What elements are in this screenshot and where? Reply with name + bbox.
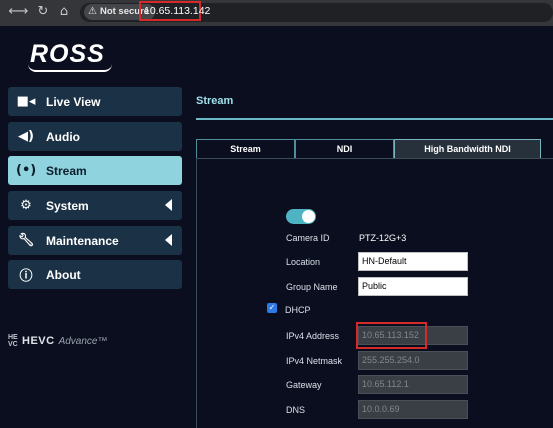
sidebar-item-maintenance[interactable]: 🔧︎ Maintenance: [8, 226, 182, 255]
sidebar-item-about[interactable]: ⓘ About: [8, 260, 182, 289]
hevc-brand: HEVC: [22, 335, 55, 347]
hevc-advance-logo: HE VC HEVC Advance™: [8, 334, 107, 348]
browser-toolbar: ← → ↻ ⌂ ⚠ Not secure 10.65.113.142: [0, 0, 553, 26]
ipv4-netmask-field[interactable]: 255.255.254.0: [358, 351, 468, 370]
dhcp-label: DHCP: [285, 305, 311, 315]
expand-arrow-icon: [165, 199, 172, 211]
page-title: Stream: [196, 95, 234, 107]
tab-stream[interactable]: Stream: [196, 139, 295, 158]
tab-high-bandwidth-ndi[interactable]: High Bandwidth NDI: [394, 139, 541, 158]
gateway-label: Gateway: [286, 380, 322, 390]
gear-icon: ⚙: [20, 198, 32, 213]
sidebar-item-label: Stream: [46, 163, 87, 178]
hevc-suffix: Advance™: [58, 335, 108, 347]
info-icon: ⓘ: [19, 269, 33, 284]
sidebar-item-label: Audio: [46, 129, 80, 144]
sidebar-item-label: System: [46, 198, 89, 213]
speaker-icon: ◀): [18, 129, 34, 144]
sidebar-item-label: Live View: [46, 94, 101, 109]
tab-bar: Stream NDI High Bandwidth NDI: [196, 139, 553, 159]
camera-id-value: PTZ-12G+3: [359, 233, 407, 243]
dhcp-checkbox[interactable]: ✓: [267, 303, 277, 313]
camera-icon: ■◂: [16, 94, 36, 109]
sidebar-item-label: Maintenance: [46, 233, 119, 248]
group-name-field[interactable]: Public: [358, 277, 468, 296]
tab-ndi[interactable]: NDI: [295, 139, 394, 158]
broadcast-icon: (•): [16, 163, 37, 178]
sidebar-item-live-view[interactable]: ■◂ Live View: [8, 87, 182, 116]
sidebar-item-system[interactable]: ⚙ System: [8, 191, 182, 220]
warning-icon: ⚠: [88, 6, 97, 17]
expand-arrow-icon: [165, 234, 172, 246]
hevc-mark: HE VC: [8, 334, 18, 348]
wrench-icon: 🔧︎: [17, 233, 35, 248]
gateway-field[interactable]: 10.65.112.1: [358, 375, 468, 394]
logo-swoosh: [28, 64, 112, 72]
url-text[interactable]: 10.65.113.142: [139, 1, 210, 21]
group-name-label: Group Name: [286, 282, 338, 292]
camera-id-label: Camera ID: [286, 233, 330, 243]
sidebar-item-stream[interactable]: (•) Stream: [8, 156, 182, 185]
location-field[interactable]: HN-Default: [358, 252, 468, 271]
sidebar-item-label: About: [46, 267, 81, 282]
home-icon[interactable]: ⌂: [56, 4, 72, 20]
reload-icon[interactable]: ↻: [35, 4, 51, 20]
toggle-knob: [302, 210, 315, 223]
ipv4-netmask-label: IPv4 Netmask: [286, 356, 343, 366]
dns-field[interactable]: 10.0.0.69: [358, 400, 468, 419]
forward-icon[interactable]: →: [15, 4, 31, 20]
ipv4-address-label: IPv4 Address: [286, 331, 340, 341]
location-label: Location: [286, 257, 321, 267]
sidebar-item-audio[interactable]: ◀) Audio: [8, 122, 182, 151]
dns-label: DNS: [286, 405, 306, 415]
title-divider: [196, 118, 553, 120]
highlight-box: [356, 322, 427, 349]
